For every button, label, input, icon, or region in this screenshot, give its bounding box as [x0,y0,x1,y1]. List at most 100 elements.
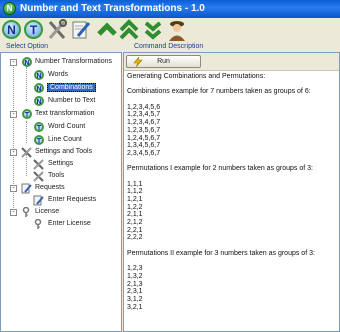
collapse-toggle[interactable]: - [10,185,17,192]
tree-item-line-count[interactable]: T Line Count [1,135,121,146]
tree-item-label: Settings [48,160,74,167]
n-circle-icon: N [34,70,44,80]
collapse-toggle[interactable]: - [10,209,17,216]
edit-icon [21,183,32,194]
output-line: 1,2,4,5,6,7 [127,134,161,142]
output-line: 2,3,4,5,6,7 [127,149,161,157]
t-circle-icon: T [22,109,32,119]
option-tree[interactable]: - N Number Transformations N Words N Com… [0,52,122,332]
edit-icon [72,21,91,39]
tree-node-text-transformation[interactable]: - T Text transformation [1,109,121,120]
n-circle-icon: N [34,96,44,106]
select-option-label: Select Option [6,43,49,50]
output-line: Permutations I example for 2 numbers tak… [127,165,313,173]
tree-item-settings[interactable]: Settings [1,159,121,170]
tree-item-label: Line Count [48,136,82,143]
t-circle-icon: T [34,122,44,132]
tree-item-label: Number to Text [48,97,96,104]
t-circle-icon: T [24,20,43,39]
tree-item-enter-license[interactable]: Enter License [1,219,121,230]
collapse-toggle[interactable]: - [10,59,17,66]
tree-node-label: Requests [35,184,65,191]
person-icon [169,21,185,41]
output-line: 1,2,3,5,6,7 [127,126,161,134]
output-blank-line [127,158,339,166]
tools-icon [33,159,44,170]
tree-node-label: Settings and Tools [35,148,93,155]
t-circle-icon: T [34,135,44,145]
down-button[interactable] [142,18,164,42]
tree-node-label: Number Transformations [35,58,113,65]
up-button[interactable] [96,18,118,42]
tools-icon [48,19,67,39]
output-blank-line [127,81,339,89]
n-circle-icon: N [22,57,32,67]
output-line: 1,2,3,4,5,6 [127,103,161,111]
app-icon: N [3,2,16,15]
tree-item-label: Enter License [48,220,91,227]
tree-item-number-to-text[interactable]: N Number to Text [1,96,121,107]
output-line: 2,1,3 [127,280,143,288]
output-line: 1,1,2 [127,188,143,196]
edit-icon [33,195,44,206]
collapse-toggle[interactable]: - [10,111,17,118]
output-line: Generating Combinations and Permutations… [127,73,266,80]
edit-button[interactable] [70,18,92,42]
window-title: Number and Text Transformations - 1.0 [20,3,205,14]
tools-icon [21,147,32,158]
tree-node-settings-and-tools[interactable]: - Settings and Tools [1,147,121,158]
collapse-toggle[interactable]: - [10,149,17,156]
tree-item-label: Enter Requests [48,196,97,203]
key-icon [34,219,42,229]
command-description-label: Command Description [134,43,204,50]
output-line: 1,3,4,5,6,7 [127,142,161,150]
run-toolbar: Run [124,53,339,71]
tree-item-enter-requests[interactable]: Enter Requests [1,195,121,206]
tree-item-word-count[interactable]: T Word Count [1,122,121,133]
user-button[interactable] [166,18,188,42]
output-line: 2,3,1 [127,288,143,296]
run-button[interactable]: Run [126,55,201,68]
down-icon [144,21,162,40]
run-button-label: Run [157,58,170,65]
tree-node-license[interactable]: - License [1,207,121,218]
output-line: 1,2,2 [127,203,143,211]
tree-item-label: Word Count [48,123,86,130]
output-line: 2,2,1 [127,226,143,234]
output-blank-line [127,242,339,250]
tools-icon [33,171,44,182]
top-icon [119,19,139,40]
output-text: Generating Combinations and Permutations… [127,73,339,311]
output-line: Combinations example for 7 numbers taken… [127,88,311,96]
tree-item-words[interactable]: N Words [1,70,121,81]
n-circle-icon: N [2,20,21,39]
tree-node-label: License [35,208,60,215]
output-blank-line [127,258,339,266]
output-line: 2,1,2 [127,219,143,227]
tree-item-tools[interactable]: Tools [1,171,121,182]
output-line: 1,2,3 [127,265,143,273]
toolbar: N T [0,18,340,42]
tree-item-combinations[interactable]: N Combinations [1,83,121,94]
tree-item-label: Words [48,71,69,78]
output-line: 1,1,1 [127,180,143,188]
tree-node-requests[interactable]: - Requests [1,183,121,194]
output-blank-line [127,96,339,104]
title-bar: N Number and Text Transformations - 1.0 [0,0,340,18]
output-blank-line [127,173,339,181]
key-icon [22,207,30,217]
output-line: Permutations II example for 3 numbers ta… [127,249,315,257]
tree-item-label: Combinations [47,83,96,92]
tree-node-number-transformations[interactable]: - N Number Transformations [1,57,121,68]
top-button[interactable] [118,18,140,42]
text-button[interactable]: T [22,18,44,42]
output-line: 2,2,2 [127,234,143,242]
numbers-button[interactable]: N [0,18,22,42]
output-line: 3,1,2 [127,295,143,303]
up-icon [97,22,117,36]
panel-labels: Select Option Command Description [0,42,340,52]
tools-button[interactable] [46,18,68,42]
command-description-pane: Run Generating Combinations and Permutat… [123,52,340,332]
n-circle-icon: N [34,83,44,93]
tree-node-label: Text transformation [35,110,95,117]
